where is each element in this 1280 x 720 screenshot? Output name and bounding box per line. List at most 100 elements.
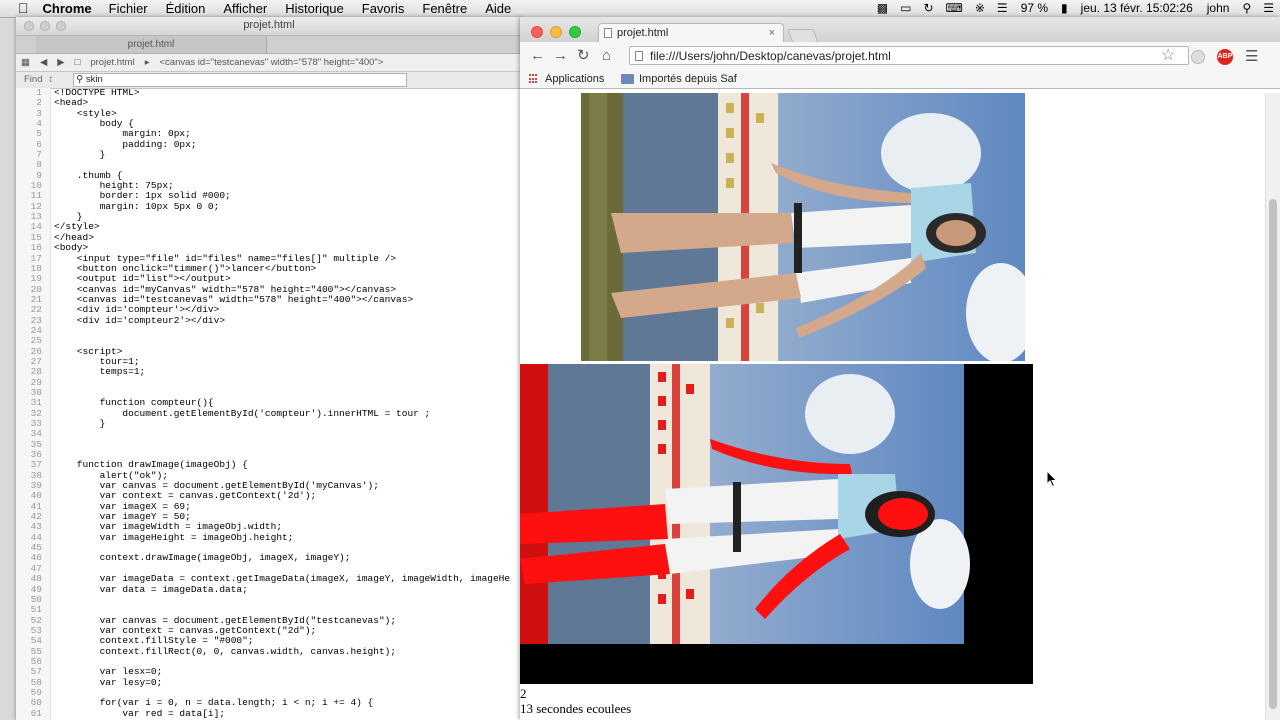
photo-woman-riverboat [581, 93, 1025, 361]
path-file[interactable]: projet.html [85, 54, 139, 71]
code-line[interactable]: 23 <div id='compteur2'></div> [16, 314, 522, 326]
line-number: 2 [36, 97, 42, 109]
menu-afficher[interactable]: Afficher [214, 0, 276, 17]
bookmark-imported-folder[interactable]: Importés depuis Saf [639, 70, 737, 88]
code-line[interactable]: 22 <div id='compteur'></div> [16, 304, 522, 316]
line-number: 5 [36, 128, 42, 140]
apple-menu-icon[interactable]:  [0, 0, 37, 17]
my-canvas-photo [581, 93, 1025, 361]
path-element[interactable]: <canvas id="testcanevas" width="578" hei… [155, 54, 389, 71]
search-icon: ⚲ [76, 74, 86, 85]
browser-zoom-button[interactable] [569, 26, 581, 38]
skin-detection-result [520, 364, 970, 644]
code-text: context.drawImage(imageObj, imageX, imag… [54, 552, 351, 564]
code-line[interactable]: 24 [16, 325, 522, 336]
code-line[interactable]: 28 temps=1; [16, 366, 522, 378]
code-text: temps=1; [54, 366, 146, 378]
folder-icon[interactable] [621, 74, 634, 84]
line-number: 6 [36, 138, 42, 150]
code-line[interactable]: 12 margin: 10px 5px 0 0; [16, 201, 522, 212]
notification-center-icon[interactable]: ☰ [1257, 0, 1280, 17]
code-text: <div id='compteur2'></div> [54, 314, 226, 326]
app-menu[interactable]: Chrome [37, 0, 100, 17]
forward-icon[interactable]: → [553, 48, 568, 64]
keyboard-icon[interactable]: ⌨ [940, 0, 969, 17]
extension-icon[interactable] [1191, 50, 1205, 64]
home-icon[interactable]: ⌂ [602, 48, 611, 64]
menu-fenetre[interactable]: Fenêtre [413, 0, 476, 17]
forward-arrow-icon[interactable]: ▶ [52, 54, 69, 71]
code-line[interactable]: 29 [16, 377, 522, 388]
chrome-menu-icon[interactable]: ☰ [1245, 47, 1258, 65]
apps-grid-icon[interactable] [529, 74, 539, 84]
find-input[interactable]: ⚲ skin [73, 73, 408, 87]
code-line[interactable]: 34 [16, 428, 522, 439]
menu-historique[interactable]: Historique [276, 0, 353, 17]
user-name[interactable]: john [1200, 0, 1237, 17]
bookmark-applications[interactable]: Applications [545, 70, 604, 88]
bookmarks-bar: Applications Importés depuis Saf [520, 70, 1280, 89]
code-text: var red = data[i]; [54, 707, 226, 719]
editor-window: projet.html projet.html ▦ ◀ ▶ □ projet.h… [16, 17, 522, 720]
code-line[interactable]: 16 <body> [16, 242, 522, 254]
battery-icon[interactable]: ▮ [1055, 0, 1074, 17]
menu-edition[interactable]: Édition [157, 0, 215, 17]
code-text: } [54, 149, 106, 161]
menu-aide[interactable]: Aide [476, 0, 520, 17]
symbol-list-icon[interactable]: ▦ [16, 54, 35, 71]
code-line[interactable]: 7 } [16, 149, 522, 161]
menu-bar:  Chrome Fichier Édition Afficher Histor… [0, 0, 1280, 18]
airplay-icon[interactable]: ▭ [894, 0, 917, 17]
line-number: 16 [30, 242, 42, 254]
browser-tab-title: projet.html [617, 27, 669, 39]
battery-level[interactable]: 97 % [1014, 0, 1055, 17]
code-line[interactable]: 49 var data = imageData.data; [16, 584, 522, 595]
code-line[interactable]: 19 <output id="list"></output> [16, 273, 522, 284]
bluetooth-icon[interactable]: ※ [969, 0, 991, 17]
browser-close-button[interactable] [531, 26, 543, 38]
adblock-icon[interactable]: ABP [1217, 49, 1233, 65]
camera-icon[interactable]: ▩ [871, 0, 894, 17]
time-machine-icon[interactable]: ↻ [917, 0, 939, 17]
code-line[interactable]: 33 } [16, 418, 522, 429]
code-line[interactable]: 46 context.drawImage(imageObj, imageX, i… [16, 552, 522, 564]
browser-minimize-button[interactable] [550, 26, 562, 38]
clock[interactable]: jeu. 13 févr. 15:02:26 [1074, 0, 1200, 17]
code-line[interactable]: 54 context.fillStyle = "#000"; [16, 635, 522, 647]
code-line[interactable]: 58 var lesy=0; [16, 677, 522, 688]
menu-fichier[interactable]: Fichier [100, 0, 157, 17]
page-icon [604, 28, 612, 38]
code-line[interactable]: 1 <!DOCTYPE HTML> [16, 88, 522, 98]
code-line[interactable]: 51 [16, 604, 522, 615]
wifi-icon[interactable]: ☰ [991, 0, 1014, 17]
new-tab-button[interactable] [787, 29, 819, 43]
code-line[interactable]: 48 var imageData = context.getImageData(… [16, 573, 522, 585]
back-arrow-icon[interactable]: ◀ [35, 54, 52, 71]
editor-window-title: projet.html [243, 19, 295, 31]
page-scrollbar[interactable] [1265, 93, 1280, 720]
reload-icon[interactable]: ↻ [577, 48, 590, 64]
editor-tab-projet[interactable]: projet.html [36, 36, 267, 53]
line-number: 48 [30, 573, 42, 585]
find-mode-dropdown[interactable]: Find [16, 72, 48, 88]
address-bar[interactable]: file:///Users/john/Desktop/canevas/proje… [629, 46, 1189, 65]
code-text: context.fillStyle = "#000"; [54, 635, 254, 647]
tab-close-icon[interactable]: × [769, 24, 775, 43]
code-editor[interactable]: 1 <!DOCTYPE HTML> 2 <head> 3 <style> 4 body {… [16, 88, 522, 720]
code-line[interactable]: 35 [16, 439, 522, 450]
code-line[interactable]: 44 var imageHeight = imageObj.height; [16, 532, 522, 543]
line-number: 22 [30, 304, 42, 316]
spotlight-search-icon[interactable]: ⚲ [1236, 0, 1257, 17]
back-icon[interactable]: ← [530, 48, 545, 64]
code-text: document.getElementById('compteur').inne… [54, 407, 431, 419]
code-line[interactable]: 50 [16, 594, 522, 605]
bookmark-star-icon[interactable]: ☆ [1161, 46, 1175, 65]
code-line[interactable]: 61 var red = data[i]; [16, 707, 522, 719]
code-line[interactable]: 55 context.fillRect(0, 0, canvas.width, … [16, 646, 522, 657]
browser-tab-projet[interactable]: projet.html × [598, 23, 784, 42]
menu-favoris[interactable]: Favoris [353, 0, 414, 17]
find-dropdown-chevron-icon[interactable]: ↕ [48, 72, 53, 88]
code-line[interactable]: 15 </head> [16, 232, 522, 243]
page-info-icon[interactable] [635, 51, 643, 61]
scrollbar-thumb[interactable] [1269, 199, 1277, 709]
